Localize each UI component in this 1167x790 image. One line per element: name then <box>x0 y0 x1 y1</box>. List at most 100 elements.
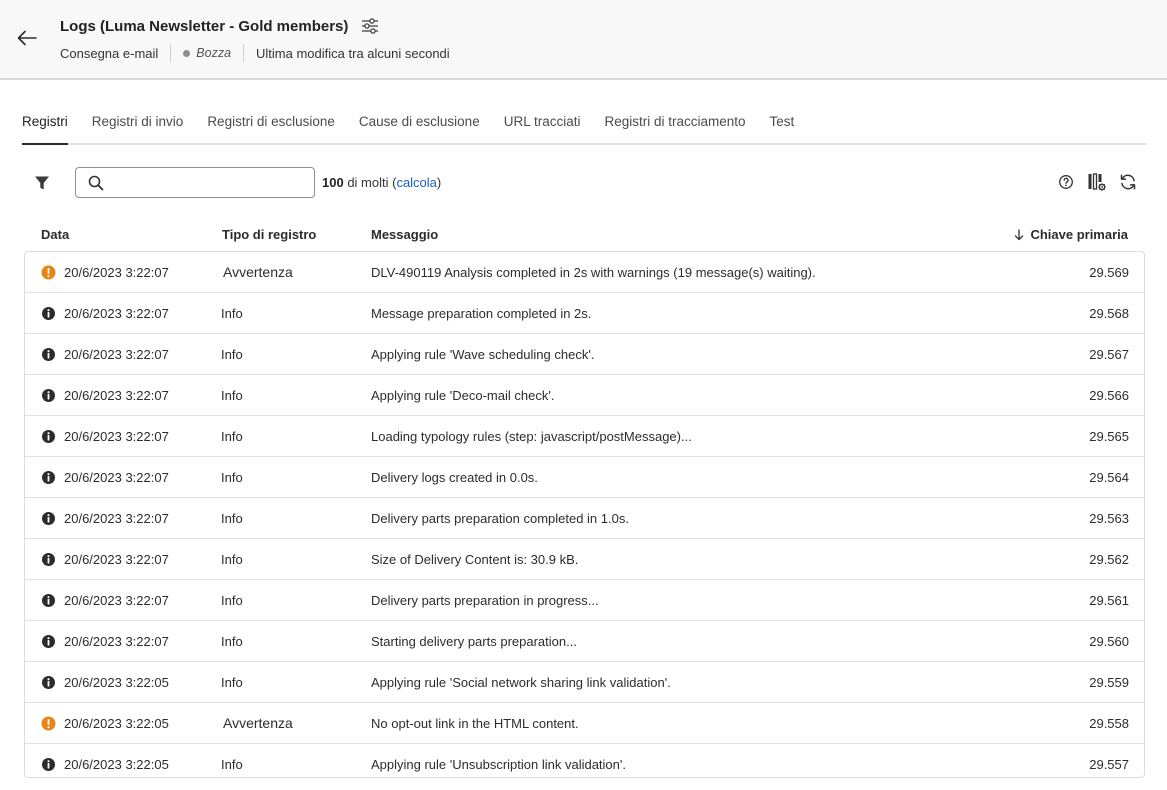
info-icon <box>41 388 56 403</box>
table-row[interactable]: 20/6/2023 3:22:07 Info Delivery parts prep… <box>25 498 1144 539</box>
count-close: ) <box>436 175 442 190</box>
cell-date: 20/6/2023 3:22:07 <box>64 552 169 567</box>
info-icon <box>41 675 56 690</box>
table-row[interactable]: 20/6/2023 3:22:07 Info Message preparation… <box>25 293 1144 334</box>
search-input[interactable] <box>112 175 314 190</box>
cell-log-type: Info <box>221 511 243 526</box>
cell-log-type: Avvertenza <box>223 264 293 280</box>
cell-log-type: Avvertenza <box>223 715 293 731</box>
main-content: Registri Registri di invio Registri di e… <box>0 80 1167 790</box>
filter-button[interactable] <box>30 171 54 195</box>
info-icon <box>41 470 56 485</box>
cell-date: 20/6/2023 3:22:07 <box>64 265 169 280</box>
search-icon <box>88 175 104 191</box>
cell-log-type: Info <box>221 388 243 403</box>
table-row[interactable]: 20/6/2023 3:22:07 Info Starting delivery p… <box>25 621 1144 662</box>
table-row[interactable]: 20/6/2023 3:22:05 Info Applying rule 'Soci… <box>25 662 1144 703</box>
divider <box>170 44 172 62</box>
cell-message: No opt-out link in the HTML content. <box>371 716 579 731</box>
cell-date: 20/6/2023 3:22:05 <box>64 675 169 690</box>
cell-primary-key: 29.557 <box>1089 757 1129 772</box>
cell-date: 20/6/2023 3:22:07 <box>64 306 169 321</box>
cell-primary-key: 29.567 <box>1089 347 1129 362</box>
cell-date: 20/6/2023 3:22:07 <box>64 634 169 649</box>
cell-primary-key: 29.558 <box>1089 716 1129 731</box>
help-button[interactable] <box>1055 171 1077 193</box>
cell-primary-key: 29.560 <box>1089 634 1129 649</box>
cell-message: Message preparation completed in 2s. <box>371 306 592 321</box>
info-icon <box>41 552 56 567</box>
table-row[interactable]: 20/6/2023 3:22:07 Info Applying rule 'Deco… <box>25 375 1144 416</box>
table-row[interactable]: 20/6/2023 3:22:07 Avvertenza DLV-490119 An… <box>25 252 1144 293</box>
table-row[interactable]: 20/6/2023 3:22:07 Info Size of Delivery Co… <box>25 539 1144 580</box>
table-row[interactable]: 20/6/2023 3:22:07 Info Delivery parts prep… <box>25 580 1144 621</box>
settings-button[interactable] <box>360 16 380 36</box>
cell-message: Applying rule 'Unsubscription link valid… <box>371 757 626 772</box>
info-icon <box>41 347 56 362</box>
cell-log-type: Info <box>221 757 243 772</box>
column-header-primary-key-label: Chiave primaria <box>1030 227 1128 242</box>
cell-message: DLV-490119 Analysis completed in 2s with… <box>371 265 816 280</box>
info-icon <box>41 634 56 649</box>
cell-log-type: Info <box>221 470 243 485</box>
cell-message: Applying rule 'Wave scheduling check'. <box>371 347 595 362</box>
column-header-primary-key[interactable]: Chiave primaria <box>1014 227 1128 242</box>
column-header-date[interactable]: Data <box>41 227 69 242</box>
tab-registri-di-invio[interactable]: Registri di invio <box>92 114 184 145</box>
status-dot <box>183 49 191 57</box>
tab-registri-di-esclusione[interactable]: Registri di esclusione <box>207 114 335 145</box>
cell-primary-key: 29.562 <box>1089 552 1129 567</box>
toolbar: 100 di molti (calcola) <box>0 167 1167 199</box>
calculate-link[interactable]: calcola <box>396 175 436 190</box>
info-icon <box>41 511 56 526</box>
cell-log-type: Info <box>221 306 243 321</box>
tab-url-tracciati[interactable]: URL tracciati <box>504 114 581 145</box>
info-icon <box>41 429 56 444</box>
column-settings-icon <box>1088 173 1106 191</box>
column-header-message[interactable]: Messaggio <box>371 227 438 242</box>
logs-table: 20/6/2023 3:22:07 Avvertenza DLV-490119 An… <box>24 251 1145 778</box>
help-icon <box>1059 175 1073 189</box>
count-suffix: di molti ( <box>343 175 397 190</box>
table-row[interactable]: 20/6/2023 3:22:07 Info Applying rule 'Wave… <box>25 334 1144 375</box>
tab-cause-di-esclusione[interactable]: Cause di esclusione <box>359 114 480 145</box>
cell-date: 20/6/2023 3:22:07 <box>64 429 169 444</box>
tab-test[interactable]: Test <box>770 114 795 145</box>
cell-primary-key: 29.566 <box>1089 388 1129 403</box>
cell-primary-key: 29.559 <box>1089 675 1129 690</box>
search-field[interactable] <box>75 167 315 198</box>
arrow-left-icon <box>17 30 37 46</box>
filter-icon <box>35 176 49 190</box>
table-row[interactable]: 20/6/2023 3:22:07 Info Loading typology ru… <box>25 416 1144 457</box>
sort-descending-icon <box>1014 228 1024 241</box>
tab-registri[interactable]: Registri <box>22 114 68 145</box>
table-row[interactable]: 20/6/2023 3:22:07 Info Delivery logs creat… <box>25 457 1144 498</box>
refresh-button[interactable] <box>1117 171 1139 193</box>
back-button[interactable] <box>14 26 40 50</box>
cell-date: 20/6/2023 3:22:07 <box>64 388 169 403</box>
last-modified-label: Ultima modifica tra alcuni secondi <box>256 45 450 61</box>
cell-log-type: Info <box>221 347 243 362</box>
table-row[interactable]: 20/6/2023 3:22:05 Info Applying rule 'Unsu… <box>25 744 1144 777</box>
cell-message: Size of Delivery Content is: 30.9 kB. <box>371 552 579 567</box>
cell-primary-key: 29.569 <box>1089 265 1129 280</box>
cell-date: 20/6/2023 3:22:07 <box>64 470 169 485</box>
page-title: Logs (Luma Newsletter - Gold members) <box>60 17 349 35</box>
column-settings-button[interactable] <box>1086 171 1108 193</box>
column-header-type[interactable]: Tipo di registro <box>222 227 316 242</box>
cell-log-type: Info <box>221 429 243 444</box>
cell-message: Loading typology rules (step: javascript… <box>371 429 692 444</box>
warning-icon <box>41 716 56 731</box>
tab-bar: Registri Registri di invio Registri di e… <box>22 80 1147 145</box>
cell-log-type: Info <box>221 634 243 649</box>
page-header: Logs (Luma Newsletter - Gold members) Co… <box>0 0 1167 80</box>
tab-registri-di-tracciamento[interactable]: Registri di tracciamento <box>604 114 745 145</box>
info-icon <box>41 593 56 608</box>
cell-message: Delivery parts preparation in progress..… <box>371 593 599 608</box>
status-badge: Bozza <box>196 46 232 60</box>
cell-primary-key: 29.564 <box>1089 470 1129 485</box>
cell-date: 20/6/2023 3:22:05 <box>64 757 169 772</box>
cell-date: 20/6/2023 3:22:07 <box>64 347 169 362</box>
cell-message: Applying rule 'Social network sharing li… <box>371 675 671 690</box>
table-row[interactable]: 20/6/2023 3:22:05 Avvertenza No opt-out li… <box>25 703 1144 744</box>
